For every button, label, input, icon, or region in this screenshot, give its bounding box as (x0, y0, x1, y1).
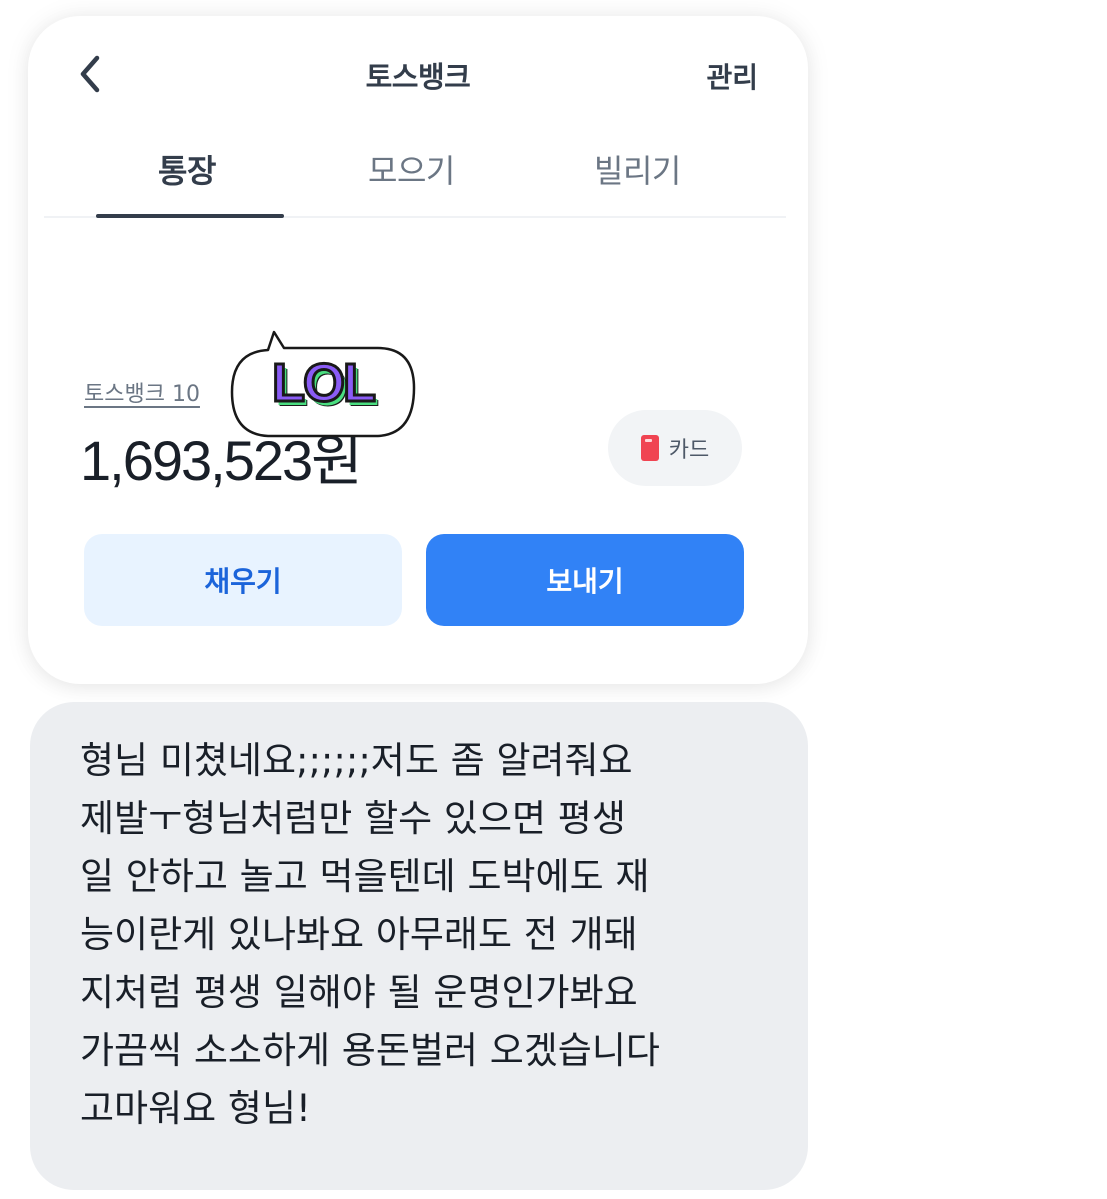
tab-bar: 통장 모으기 빌리기 (44, 136, 786, 218)
tab-savings[interactable]: 모으기 (368, 146, 455, 192)
send-button[interactable]: 보내기 (426, 534, 744, 626)
message-bubble: 형님 미쳤네요;;;;;;저도 좀 알려줘요 제발ㅜ형님처럼만 할수 있으면 평… (30, 702, 808, 1190)
card-button-label: 카드 (668, 438, 710, 463)
page-title: 토스뱅크 (365, 60, 471, 94)
message-text: 형님 미쳤네요;;;;;;저도 좀 알려줘요 제발ㅜ형님처럼만 할수 있으면 평… (80, 739, 660, 1130)
manage-button[interactable]: 관리 (706, 56, 758, 96)
tab-account[interactable]: 통장 (158, 146, 216, 192)
account-name-link[interactable]: 토스뱅크 10 (84, 376, 200, 408)
lol-sticker: LOL (228, 330, 418, 442)
card-button[interactable]: 카드 (608, 410, 742, 486)
card-icon (640, 435, 659, 461)
tab-loans[interactable]: 빌리기 (594, 146, 681, 192)
screenshot: 토스뱅크 관리 통장 모으기 빌리기 토스뱅크 10 1,693,523원 카드… (0, 0, 1107, 1199)
sticker-text: LOL (271, 352, 378, 415)
bank-account-card: 토스뱅크 관리 통장 모으기 빌리기 토스뱅크 10 1,693,523원 카드… (28, 16, 808, 684)
fill-button[interactable]: 채우기 (84, 534, 402, 626)
active-tab-indicator (96, 214, 284, 218)
